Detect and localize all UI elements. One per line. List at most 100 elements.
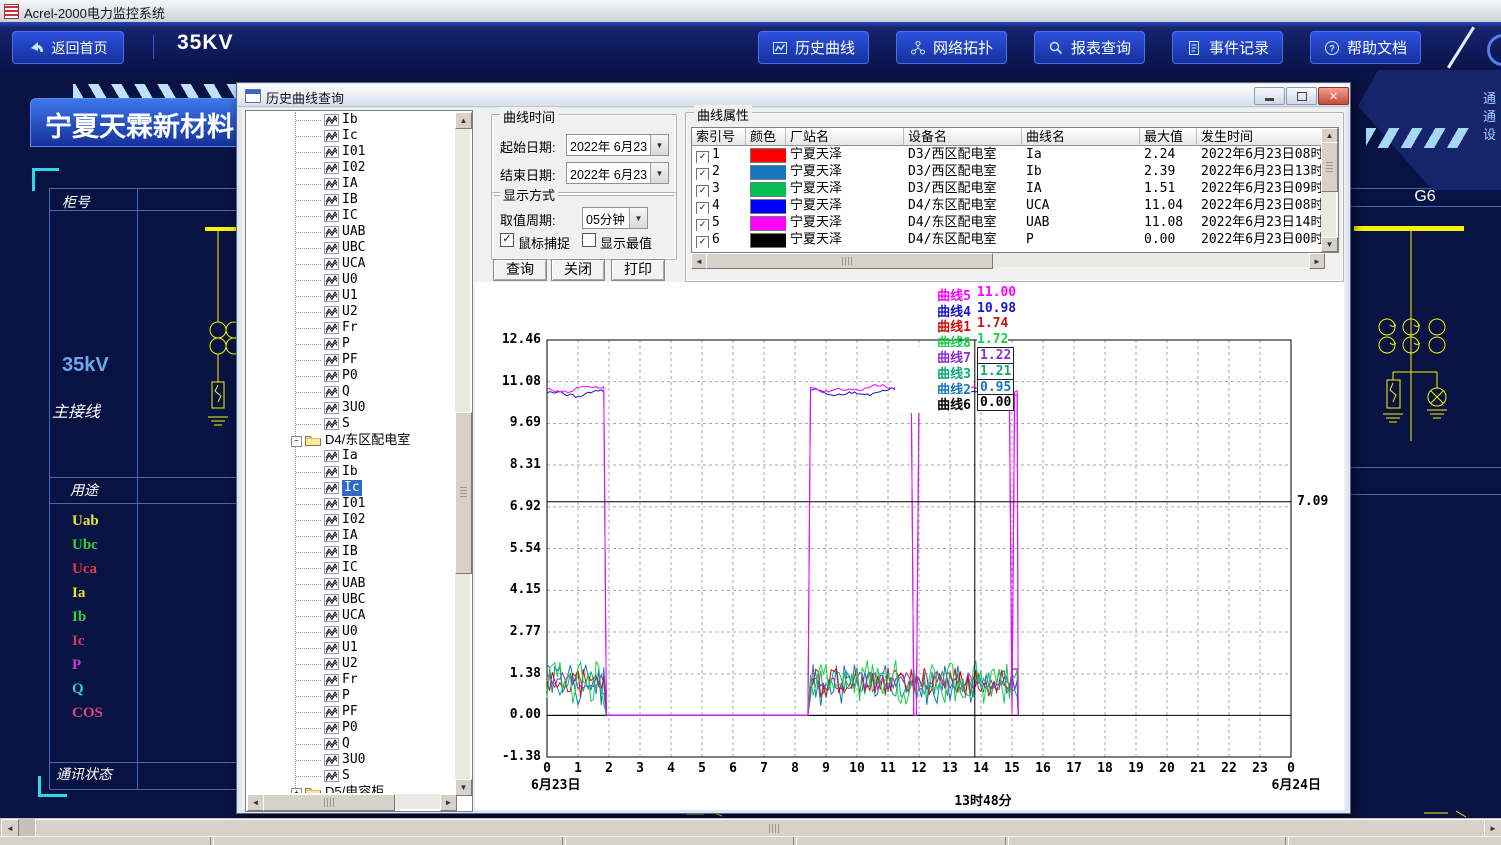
main-scroll-right-button[interactable]: ► [1484, 819, 1501, 837]
tree-item-UCA[interactable]: UCA [247, 256, 454, 272]
chevron-down-icon[interactable]: ▼ [650, 163, 668, 183]
tree-item-Ic[interactable]: Ic [247, 128, 454, 144]
tree-item-P[interactable]: P [247, 336, 454, 352]
dialog-maximize-button[interactable] [1286, 87, 1317, 105]
tree-item-Q[interactable]: Q [247, 736, 454, 752]
end-date-select[interactable]: 2022年 6月23 ▼ [566, 162, 669, 184]
table-vscrollbar[interactable]: ▲ ▼ [1321, 128, 1338, 252]
table-col-header[interactable]: 最大值 [1140, 128, 1197, 146]
tree-item-3U0[interactable]: 3U0 [247, 400, 454, 416]
table-col-header[interactable]: 颜色 [746, 128, 786, 146]
tree-item-PF[interactable]: PF [247, 352, 454, 368]
tree-item-Fr[interactable]: Fr [247, 672, 454, 688]
table-row[interactable]: ✓ 3 宁夏天泽 D3/西区配电室 IA 1.51 2022年6月23日09时 [692, 180, 1338, 197]
tree-item-Q[interactable]: Q [247, 384, 454, 400]
expand-icon[interactable]: + [291, 788, 302, 793]
tree-vscroll-thumb[interactable] [455, 412, 472, 574]
row-checkbox[interactable]: ✓ [696, 202, 709, 214]
row-checkbox[interactable]: ✓ [696, 151, 709, 163]
main-hscroll-thumb[interactable] [35, 819, 1485, 837]
tree-folder-D4/东区配电室[interactable]: − D4/东区配电室 [247, 432, 454, 448]
tree-item-Ib[interactable]: Ib [247, 112, 454, 128]
tree-item-I01[interactable]: I01 [247, 496, 454, 512]
main-scroll-left-button[interactable]: ◄ [1, 819, 19, 837]
chevron-down-icon[interactable]: ▼ [650, 135, 668, 155]
tree-item-IC[interactable]: IC [247, 560, 454, 576]
tree-item-P0[interactable]: P0 [247, 368, 454, 384]
dialog-titlebar[interactable]: 历史曲线查询 [238, 84, 1349, 107]
nav-help-doc-button[interactable]: ? 帮助文档 [1310, 31, 1421, 64]
tree-item-I02[interactable]: I02 [247, 160, 454, 176]
tree-scroll-right-button[interactable]: ► [440, 794, 457, 811]
table-hscroll-thumb[interactable] [706, 253, 993, 269]
tree-item-3U0[interactable]: 3U0 [247, 752, 454, 768]
tree-item-Ia[interactable]: Ia [247, 448, 454, 464]
tree-item-S[interactable]: S [247, 768, 454, 784]
tree-item-UBC[interactable]: UBC [247, 592, 454, 608]
dialog-close-button[interactable]: ✕ [1318, 87, 1349, 105]
print-button[interactable]: 打印 [611, 259, 665, 281]
tree-item-U0[interactable]: U0 [247, 624, 454, 640]
curve-chart[interactable]: 12.46 11.08 9.69 8.31 6.92 5.54 4.15 2.77 1.38 0.… [475, 282, 1344, 810]
tree-item-Fr[interactable]: Fr [247, 320, 454, 336]
table-scroll-up-button[interactable]: ▲ [1321, 128, 1338, 143]
nav-event-log-button[interactable]: 事件记录 [1172, 31, 1283, 64]
table-row[interactable]: ✓ 6 宁夏天泽 D4/东区配电室 P 0.00 2022年6月23日00时 [692, 231, 1338, 248]
tree-vscrollbar[interactable]: ▲ ▼ [455, 112, 472, 796]
show-max-checkbox[interactable] [582, 233, 596, 247]
tree-hscrollbar[interactable]: ◄ ► [247, 794, 457, 811]
tree-item-U2[interactable]: U2 [247, 656, 454, 672]
chevron-down-icon[interactable]: ▼ [629, 208, 647, 228]
table-scroll-down-button[interactable]: ▼ [1321, 237, 1338, 252]
edge-label-1[interactable]: 通 [1483, 88, 1501, 104]
table-col-header[interactable]: 发生时间 [1197, 128, 1323, 146]
table-row[interactable]: ✓ 4 宁夏天泽 D4/东区配电室 UCA 11.04 2022年6月23日08时 [692, 197, 1338, 214]
row-checkbox[interactable]: ✓ [696, 219, 709, 231]
tree-item-IA[interactable]: IA [247, 176, 454, 192]
tree-item-UAB[interactable]: UAB [247, 224, 454, 240]
close-button[interactable]: 关闭 [551, 259, 605, 281]
tree-item-Ic[interactable]: Ic [247, 480, 454, 496]
tree-item-I01[interactable]: I01 [247, 144, 454, 160]
tree-hscroll-thumb[interactable] [263, 794, 395, 811]
table-row[interactable]: ✓ 1 宁夏天泽 D3/西区配电室 Ia 2.24 2022年6月23日08时 [692, 146, 1338, 163]
tree-folder-D5/电容柜[interactable]: + D5/电容柜 [247, 784, 454, 793]
tree-item-UAB[interactable]: UAB [247, 576, 454, 592]
tree-item-U1[interactable]: U1 [247, 640, 454, 656]
sample-period-select[interactable]: 05分钟 ▼ [582, 207, 648, 229]
collapse-icon[interactable]: − [291, 436, 302, 447]
back-home-button[interactable]: 返回首页 [12, 31, 124, 64]
tree-item-Ib[interactable]: Ib [247, 464, 454, 480]
edge-label-3[interactable]: 设 [1483, 124, 1501, 140]
table-row[interactable]: ✓ 5 宁夏天泽 D4/东区配电室 UAB 11.08 2022年6月23日14时 [692, 214, 1338, 231]
table-scroll-right-button[interactable]: ► [1309, 253, 1325, 269]
tree-item-I02[interactable]: I02 [247, 512, 454, 528]
nav-report-query-button[interactable]: 报表查询 [1034, 31, 1145, 64]
table-scroll-left-button[interactable]: ◄ [691, 253, 707, 269]
table-col-header[interactable]: 厂站名 [786, 128, 904, 146]
tree-item-PF[interactable]: PF [247, 704, 454, 720]
tree-item-UBC[interactable]: UBC [247, 240, 454, 256]
row-checkbox[interactable]: ✓ [696, 168, 709, 180]
tree-item-IB[interactable]: IB [247, 192, 454, 208]
start-date-select[interactable]: 2022年 6月23 ▼ [566, 134, 669, 156]
table-hscrollbar[interactable]: ◄ ► [691, 253, 1325, 269]
table-col-header[interactable]: 索引号 [692, 128, 746, 146]
nav-history-curve-button[interactable]: 历史曲线 [758, 31, 869, 64]
tree-item-U2[interactable]: U2 [247, 304, 454, 320]
nav-network-topology-button[interactable]: 网络拓扑 [896, 31, 1007, 64]
table-col-header[interactable]: 设备名 [904, 128, 1022, 146]
tree-item-P[interactable]: P [247, 688, 454, 704]
table-vscroll-thumb[interactable] [1321, 142, 1338, 192]
dialog-minimize-button[interactable] [1254, 87, 1285, 105]
tree-item-UCA[interactable]: UCA [247, 608, 454, 624]
tree-item-IA[interactable]: IA [247, 528, 454, 544]
tree-scroll-up-button[interactable]: ▲ [455, 112, 472, 129]
row-checkbox[interactable]: ✓ [696, 185, 709, 197]
tree-scroll-down-button[interactable]: ▼ [455, 779, 472, 796]
tree-item-S[interactable]: S [247, 416, 454, 432]
tree-item-U1[interactable]: U1 [247, 288, 454, 304]
mouse-capture-checkbox[interactable]: ✓ [500, 233, 514, 247]
table-col-header[interactable]: 曲线名 [1022, 128, 1140, 146]
tree-item-IB[interactable]: IB [247, 544, 454, 560]
